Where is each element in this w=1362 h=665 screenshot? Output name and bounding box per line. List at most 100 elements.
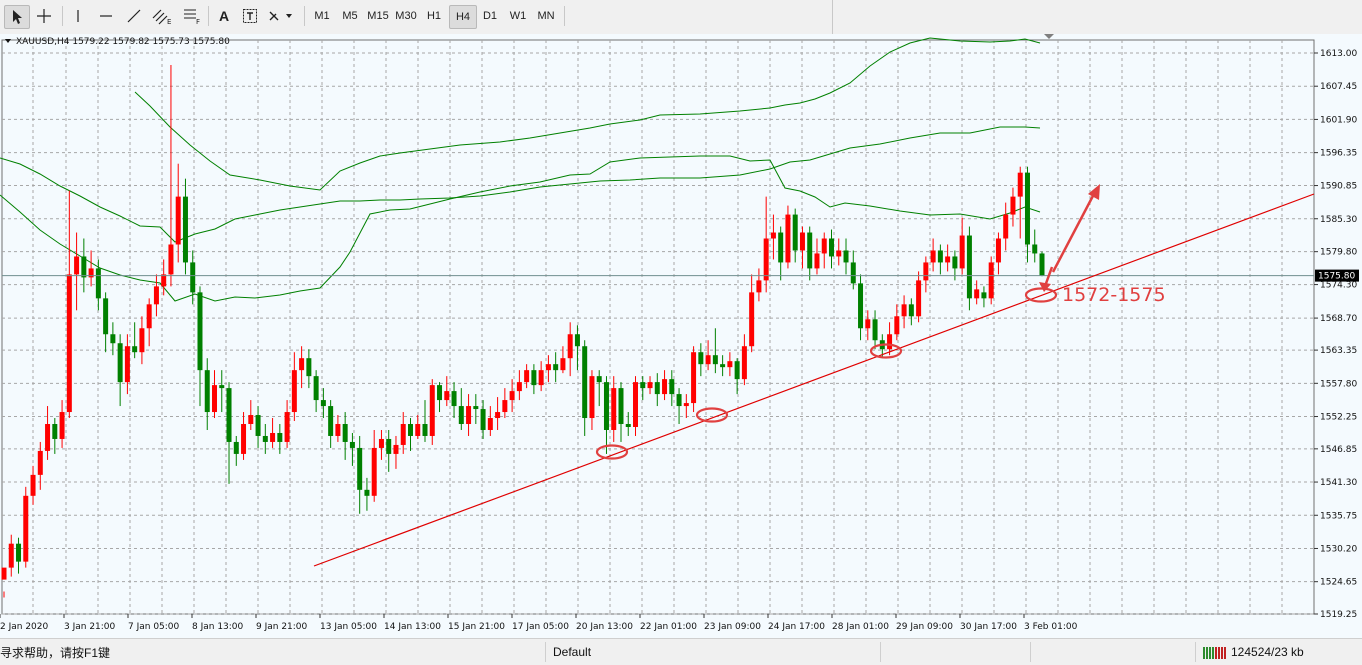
candle-body: [306, 358, 312, 377]
toolbar: E F A M1 M5 M15 M30 H1 H4 D1 W1 MN: [0, 0, 1362, 35]
chart-header: XAUUSD,H4 1579.22 1579.82 1575.73 1575.8…: [16, 37, 230, 47]
fibonacci-icon[interactable]: F: [180, 5, 204, 27]
candle-body: [284, 412, 290, 442]
candle: [66, 190, 72, 419]
candle: [516, 370, 522, 401]
candle-body: [545, 364, 551, 371]
candle: [988, 256, 994, 305]
candle: [45, 406, 51, 460]
x-tick-label: 20 Jan 13:00: [576, 622, 633, 632]
candle-body: [596, 376, 602, 383]
price-chart[interactable]: 1575.801572-1575 1613.001607.451601.9015…: [0, 34, 1362, 638]
timeframe-m5-button[interactable]: M5: [337, 5, 363, 27]
timeframe-d1-button[interactable]: D1: [477, 5, 503, 27]
candle-body: [995, 238, 1001, 263]
equidistant-channel-icon[interactable]: E: [150, 5, 174, 27]
candle: [712, 328, 718, 374]
candle: [146, 298, 152, 347]
candle-body: [74, 256, 80, 275]
candle: [248, 400, 254, 430]
candle-body: [349, 441, 355, 448]
candle-body: [553, 364, 559, 371]
vertical-line-icon[interactable]: [66, 5, 90, 27]
candle-body: [328, 406, 334, 436]
timeframe-m1-button[interactable]: M1: [309, 5, 335, 27]
cursor-icon[interactable]: [4, 5, 30, 29]
y-tick-label: 1574.30: [1320, 281, 1357, 291]
horizontal-line-icon[interactable]: [94, 5, 118, 27]
x-tick-label: 15 Jan 21:00: [448, 622, 505, 632]
candle: [640, 376, 646, 401]
candle: [691, 346, 697, 413]
candle-body: [1024, 172, 1030, 245]
timeframe-w1-button[interactable]: W1: [505, 5, 531, 27]
candle-body: [241, 424, 247, 454]
candle-body: [197, 292, 203, 371]
candle-body: [371, 447, 377, 496]
chart-window[interactable]: 1575.80 1572-1575 1613.00 1607.45 1601.90 15…: [0, 34, 1362, 638]
shapes-dropdown-icon[interactable]: [266, 5, 298, 27]
candle-body: [647, 382, 653, 389]
candle: [567, 322, 573, 377]
candle-body: [814, 253, 820, 269]
candle-body: [393, 444, 399, 454]
candle: [807, 226, 813, 281]
y-tick-label: 1546.85: [1320, 445, 1357, 455]
symbol-menu-icon[interactable]: [5, 39, 11, 43]
timeframe-mn-button[interactable]: MN: [533, 5, 559, 27]
candle: [458, 388, 464, 430]
text-icon[interactable]: A: [212, 5, 236, 27]
candle: [828, 229, 834, 269]
timeframe-h4-button[interactable]: H4: [449, 5, 477, 29]
candle-body: [981, 292, 987, 299]
candle-body: [291, 370, 297, 413]
candle: [596, 370, 602, 407]
candle-body: [23, 495, 29, 562]
candle: [698, 343, 704, 377]
candle: [538, 361, 544, 392]
candle: [212, 370, 218, 419]
candle-body: [923, 262, 929, 281]
candle: [495, 397, 501, 430]
candle-body: [458, 406, 464, 425]
candle: [858, 274, 864, 341]
candle: [30, 465, 36, 505]
shift-marker-icon[interactable]: [1044, 34, 1054, 39]
candle-body: [524, 370, 530, 383]
target-zone-label: 1572-1575: [1062, 284, 1166, 306]
support-trendline[interactable]: [313, 193, 1315, 567]
candle-body: [611, 388, 617, 430]
candle-body: [785, 214, 791, 263]
crosshair-icon[interactable]: [32, 5, 56, 27]
candle-body: [66, 274, 72, 413]
candle-body: [364, 489, 370, 496]
timeframe-m30-button[interactable]: M30: [393, 5, 419, 27]
candle: [908, 298, 914, 326]
candle: [88, 250, 94, 287]
timeframe-h1-button[interactable]: H1: [421, 5, 447, 27]
text-label-icon[interactable]: [238, 5, 262, 27]
trendline-icon[interactable]: [122, 5, 146, 27]
candle: [74, 232, 80, 311]
candle-body: [190, 262, 196, 293]
candle-body: [741, 346, 747, 380]
candle-body: [1032, 244, 1038, 254]
y-tick-label: 1579.80: [1320, 248, 1357, 258]
candle: [328, 400, 334, 448]
candle: [466, 394, 472, 436]
candle-body: [1017, 172, 1023, 197]
candle-body: [95, 268, 101, 299]
candle-body: [705, 355, 711, 365]
candle-body: [1003, 214, 1009, 239]
x-tick-label: 7 Jan 05:00: [128, 622, 180, 632]
candle-body: [37, 450, 43, 475]
candle-body: [487, 418, 493, 430]
candle-body: [937, 250, 943, 263]
candle: [262, 424, 268, 454]
timeframe-m15-button[interactable]: M15: [365, 5, 391, 27]
candle: [749, 274, 755, 353]
x-tick-label: 30 Jan 17:00: [960, 622, 1017, 632]
y-tick-label: 1596.35: [1320, 149, 1357, 159]
candle: [770, 214, 776, 260]
candle: [974, 280, 980, 305]
